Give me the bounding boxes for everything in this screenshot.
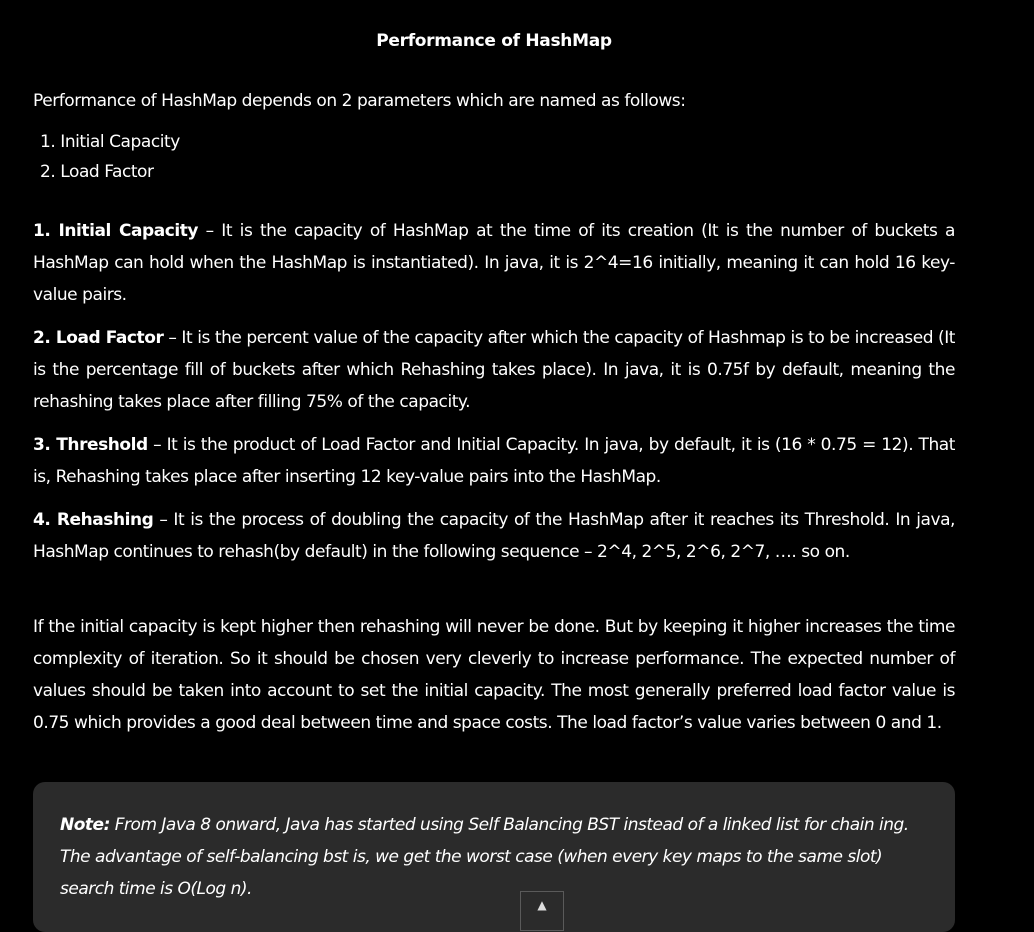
definition-term: 3. Threshold [33,435,148,455]
definition-threshold: 3. Threshold – It is the product of Load… [33,429,955,493]
definition-term: 1. Initial Capacity [33,221,199,241]
definition-text: – It is the process of doubling the capa… [33,510,955,562]
definition-term: 2. Load Factor [33,328,164,348]
definition-initial-capacity: 1. Initial Capacity – It is the capacity… [33,215,955,311]
parameter-list: 1. Initial Capacity 2. Load Factor [40,130,180,190]
definition-text: – It is the percent value of the capacit… [33,328,955,412]
list-item: 2. Load Factor [40,162,154,182]
note-body: From Java 8 onward, Java has started usi… [60,815,909,899]
definition-term: 4. Rehashing [33,510,154,530]
definition-rehashing: 4. Rehashing – It is the process of doub… [33,504,955,568]
intro-text: Performance of HashMap depends on 2 para… [33,91,686,111]
note-label: Note: [60,815,110,835]
summary-paragraph: If the initial capacity is kept higher t… [33,617,955,733]
definition-load-factor: 2. Load Factor – It is the percent value… [33,322,955,418]
chevron-up-icon: ▲ [537,898,547,912]
note-box: Note: From Java 8 onward, Java has start… [33,782,955,932]
definition-text: – It is the product of Load Factor and I… [33,435,955,487]
note-text: Note: From Java 8 onward, Java has start… [60,809,930,905]
list-item: 1. Initial Capacity [40,132,180,152]
scroll-to-top-button[interactable]: ▲ [520,891,564,931]
page-title: Performance of HashMap [376,31,612,51]
